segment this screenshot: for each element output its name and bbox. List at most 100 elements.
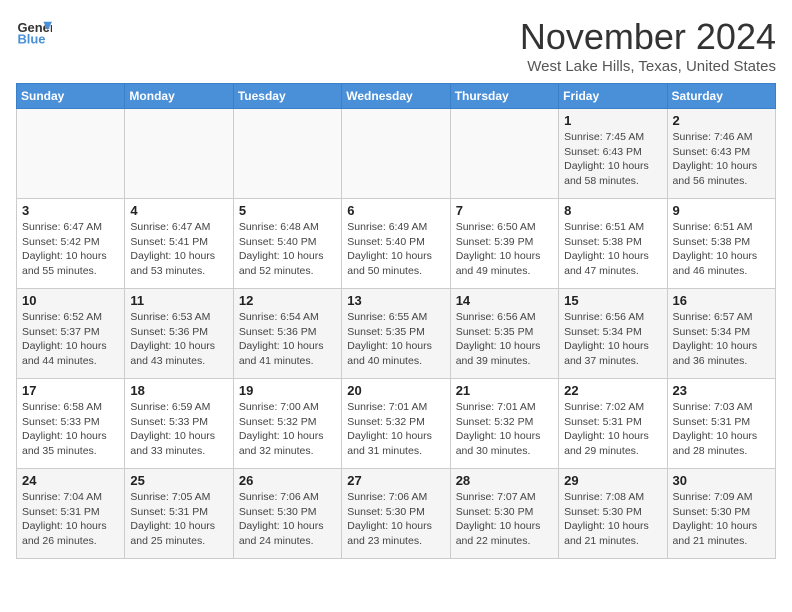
day-number: 23 [673, 383, 770, 398]
header-cell-sunday: Sunday [17, 84, 125, 109]
svg-text:Blue: Blue [17, 31, 45, 46]
empty-cell [125, 109, 233, 199]
day-info: Sunrise: 6:51 AM Sunset: 5:38 PM Dayligh… [673, 220, 770, 279]
day-cell-19: 19Sunrise: 7:00 AM Sunset: 5:32 PM Dayli… [233, 379, 341, 469]
day-info: Sunrise: 7:45 AM Sunset: 6:43 PM Dayligh… [564, 130, 661, 189]
month-title: November 2024 [520, 16, 776, 58]
day-number: 9 [673, 203, 770, 218]
day-info: Sunrise: 7:02 AM Sunset: 5:31 PM Dayligh… [564, 400, 661, 459]
day-number: 15 [564, 293, 661, 308]
day-info: Sunrise: 6:47 AM Sunset: 5:41 PM Dayligh… [130, 220, 227, 279]
day-number: 13 [347, 293, 444, 308]
day-cell-29: 29 Sunrise: 7:08 AM Sunset: 5:30 PM Dayli… [559, 469, 667, 559]
day-number: 30 [673, 473, 770, 488]
day-cell-17: 17 Sunrise: 6:58 AM Sunset: 5:33 PM Dayli… [17, 379, 125, 469]
day-number: 27 [347, 473, 444, 488]
day-cell-28: 28 Sunrise: 7:07 AM Sunset: 5:30 PM Dayli… [450, 469, 558, 559]
week-row-3: 10 Sunrise: 6:52 AM Sunset: 5:37 PM Dayli… [17, 289, 776, 379]
day-cell-2: 2Sunrise: 7:46 AM Sunset: 6:43 PM Daylig… [667, 109, 775, 199]
week-row-1: 1 Sunrise: 7:45 AM Sunset: 6:43 PM Daylig… [17, 109, 776, 199]
day-number: 4 [130, 203, 227, 218]
day-info: Sunrise: 7:06 AM Sunset: 5:30 PM Dayligh… [347, 490, 444, 549]
day-number: 20 [347, 383, 444, 398]
day-info: Sunrise: 6:56 AM Sunset: 5:35 PM Dayligh… [456, 310, 553, 369]
day-cell-3: 3 Sunrise: 6:47 AM Sunset: 5:42 PM Daylig… [17, 199, 125, 289]
day-number: 5 [239, 203, 336, 218]
day-cell-30: 30Sunrise: 7:09 AM Sunset: 5:30 PM Dayli… [667, 469, 775, 559]
day-info: Sunrise: 6:54 AM Sunset: 5:36 PM Dayligh… [239, 310, 336, 369]
day-info: Sunrise: 6:47 AM Sunset: 5:42 PM Dayligh… [22, 220, 119, 279]
day-number: 12 [239, 293, 336, 308]
day-cell-6: 6 Sunrise: 6:49 AM Sunset: 5:40 PM Daylig… [342, 199, 450, 289]
day-cell-8: 8 Sunrise: 6:51 AM Sunset: 5:38 PM Daylig… [559, 199, 667, 289]
day-info: Sunrise: 7:05 AM Sunset: 5:31 PM Dayligh… [130, 490, 227, 549]
day-number: 7 [456, 203, 553, 218]
day-cell-27: 27 Sunrise: 7:06 AM Sunset: 5:30 PM Dayli… [342, 469, 450, 559]
week-row-5: 24 Sunrise: 7:04 AM Sunset: 5:31 PM Dayli… [17, 469, 776, 559]
day-info: Sunrise: 6:58 AM Sunset: 5:33 PM Dayligh… [22, 400, 119, 459]
day-number: 28 [456, 473, 553, 488]
day-number: 26 [239, 473, 336, 488]
day-info: Sunrise: 6:48 AM Sunset: 5:40 PM Dayligh… [239, 220, 336, 279]
calendar-body: 1 Sunrise: 7:45 AM Sunset: 6:43 PM Daylig… [17, 109, 776, 559]
day-number: 18 [130, 383, 227, 398]
day-info: Sunrise: 7:06 AM Sunset: 5:30 PM Dayligh… [239, 490, 336, 549]
week-row-2: 3 Sunrise: 6:47 AM Sunset: 5:42 PM Daylig… [17, 199, 776, 289]
day-number: 21 [456, 383, 553, 398]
day-info: Sunrise: 6:59 AM Sunset: 5:33 PM Dayligh… [130, 400, 227, 459]
day-number: 25 [130, 473, 227, 488]
day-number: 1 [564, 113, 661, 128]
day-number: 22 [564, 383, 661, 398]
day-cell-4: 4 Sunrise: 6:47 AM Sunset: 5:41 PM Daylig… [125, 199, 233, 289]
day-info: Sunrise: 6:55 AM Sunset: 5:35 PM Dayligh… [347, 310, 444, 369]
day-number: 10 [22, 293, 119, 308]
calendar-header: SundayMondayTuesdayWednesdayThursdayFrid… [17, 84, 776, 109]
day-info: Sunrise: 7:07 AM Sunset: 5:30 PM Dayligh… [456, 490, 553, 549]
day-info: Sunrise: 7:08 AM Sunset: 5:30 PM Dayligh… [564, 490, 661, 549]
logo: General Blue [16, 16, 52, 52]
header-cell-thursday: Thursday [450, 84, 558, 109]
day-cell-12: 12 Sunrise: 6:54 AM Sunset: 5:36 PM Dayli… [233, 289, 341, 379]
day-number: 11 [130, 293, 227, 308]
day-number: 6 [347, 203, 444, 218]
day-cell-21: 21Sunrise: 7:01 AM Sunset: 5:32 PM Dayli… [450, 379, 558, 469]
day-info: Sunrise: 6:57 AM Sunset: 5:34 PM Dayligh… [673, 310, 770, 369]
header-cell-tuesday: Tuesday [233, 84, 341, 109]
day-number: 14 [456, 293, 553, 308]
day-cell-11: 11Sunrise: 6:53 AM Sunset: 5:36 PM Dayli… [125, 289, 233, 379]
day-info: Sunrise: 6:49 AM Sunset: 5:40 PM Dayligh… [347, 220, 444, 279]
header-cell-saturday: Saturday [667, 84, 775, 109]
header-cell-monday: Monday [125, 84, 233, 109]
day-cell-25: 25 Sunrise: 7:05 AM Sunset: 5:31 PM Dayli… [125, 469, 233, 559]
day-number: 2 [673, 113, 770, 128]
day-cell-14: 14 Sunrise: 6:56 AM Sunset: 5:35 PM Dayli… [450, 289, 558, 379]
day-cell-15: 15 Sunrise: 6:56 AM Sunset: 5:34 PM Dayli… [559, 289, 667, 379]
page-header: General Blue November 2024 West Lake Hil… [16, 16, 776, 75]
day-number: 3 [22, 203, 119, 218]
logo-icon: General Blue [16, 16, 52, 52]
day-number: 29 [564, 473, 661, 488]
day-info: Sunrise: 7:04 AM Sunset: 5:31 PM Dayligh… [22, 490, 119, 549]
day-cell-24: 24 Sunrise: 7:04 AM Sunset: 5:31 PM Dayli… [17, 469, 125, 559]
location: West Lake Hills, Texas, United States [520, 58, 776, 75]
header-cell-wednesday: Wednesday [342, 84, 450, 109]
day-info: Sunrise: 7:03 AM Sunset: 5:31 PM Dayligh… [673, 400, 770, 459]
day-cell-1: 1 Sunrise: 7:45 AM Sunset: 6:43 PM Daylig… [559, 109, 667, 199]
day-cell-5: 5 Sunrise: 6:48 AM Sunset: 5:40 PM Daylig… [233, 199, 341, 289]
header-row: SundayMondayTuesdayWednesdayThursdayFrid… [17, 84, 776, 109]
day-info: Sunrise: 6:51 AM Sunset: 5:38 PM Dayligh… [564, 220, 661, 279]
day-info: Sunrise: 7:00 AM Sunset: 5:32 PM Dayligh… [239, 400, 336, 459]
day-number: 8 [564, 203, 661, 218]
day-info: Sunrise: 6:52 AM Sunset: 5:37 PM Dayligh… [22, 310, 119, 369]
calendar-table: SundayMondayTuesdayWednesdayThursdayFrid… [16, 83, 776, 559]
day-cell-16: 16Sunrise: 6:57 AM Sunset: 5:34 PM Dayli… [667, 289, 775, 379]
day-cell-10: 10 Sunrise: 6:52 AM Sunset: 5:37 PM Dayli… [17, 289, 125, 379]
header-cell-friday: Friday [559, 84, 667, 109]
day-number: 17 [22, 383, 119, 398]
day-cell-22: 22 Sunrise: 7:02 AM Sunset: 5:31 PM Dayli… [559, 379, 667, 469]
empty-cell [342, 109, 450, 199]
day-cell-20: 20Sunrise: 7:01 AM Sunset: 5:32 PM Dayli… [342, 379, 450, 469]
day-info: Sunrise: 6:56 AM Sunset: 5:34 PM Dayligh… [564, 310, 661, 369]
day-number: 24 [22, 473, 119, 488]
empty-cell [17, 109, 125, 199]
